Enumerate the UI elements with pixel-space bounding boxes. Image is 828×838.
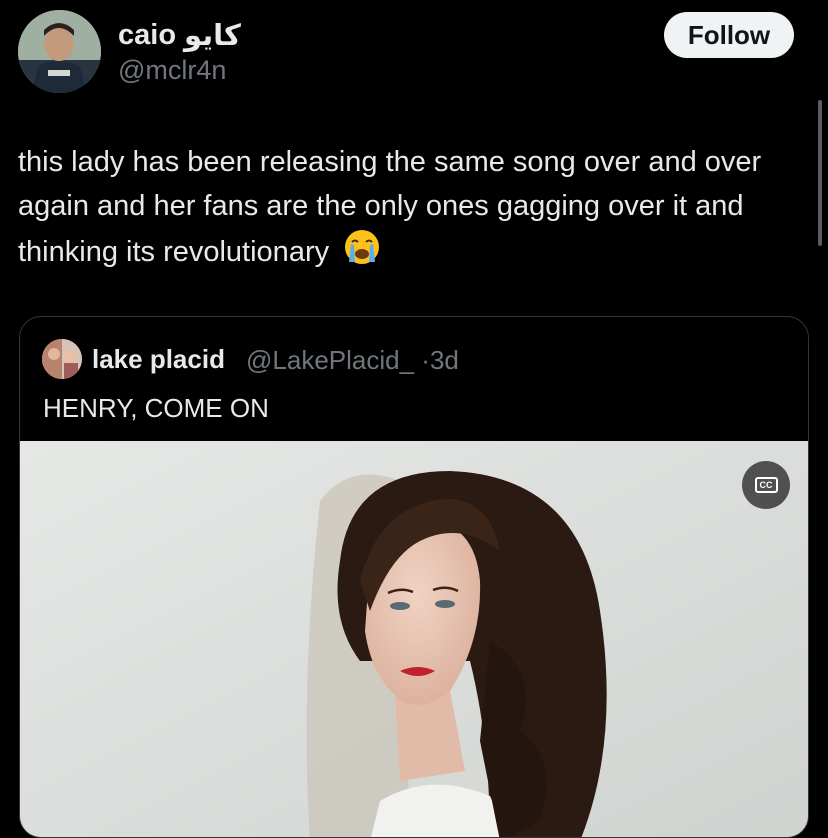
closed-captions-button[interactable]: CC xyxy=(742,461,790,509)
author-display-name[interactable]: caio كايو xyxy=(118,18,241,53)
quote-author-handle: @LakePlacid_ xyxy=(246,345,415,375)
portrait-photo xyxy=(20,441,808,837)
quoted-tweet[interactable]: lake placid @LakePlacid_ ·3d HENRY, COME… xyxy=(19,316,809,838)
quote-timestamp[interactable]: 3d xyxy=(430,345,459,375)
tweet-body: this lady has been releasing the same so… xyxy=(18,140,808,279)
follow-button[interactable]: Follow xyxy=(664,12,794,58)
quote-text: HENRY, COME ON xyxy=(43,393,269,423)
profile-photo-icon xyxy=(42,339,82,379)
author-avatar[interactable] xyxy=(18,10,101,93)
quote-meta: @LakePlacid_ ·3d xyxy=(246,345,459,376)
meta-separator: · xyxy=(421,345,430,375)
closed-captions-icon: CC xyxy=(754,477,778,493)
tweet-text: this lady has been releasing the same so… xyxy=(18,146,762,269)
quote-author-avatar[interactable] xyxy=(42,339,82,379)
profile-photo-icon xyxy=(18,10,101,93)
scrollbar[interactable] xyxy=(818,100,822,246)
quote-media[interactable]: CC xyxy=(20,441,808,837)
loudly-crying-face-icon xyxy=(343,228,381,279)
author-name-latin: caio xyxy=(118,19,177,51)
author-name-arabic: كايو xyxy=(184,20,241,52)
author-handle[interactable]: @mclr4n xyxy=(118,55,226,86)
quote-author-name: lake placid xyxy=(92,344,225,374)
